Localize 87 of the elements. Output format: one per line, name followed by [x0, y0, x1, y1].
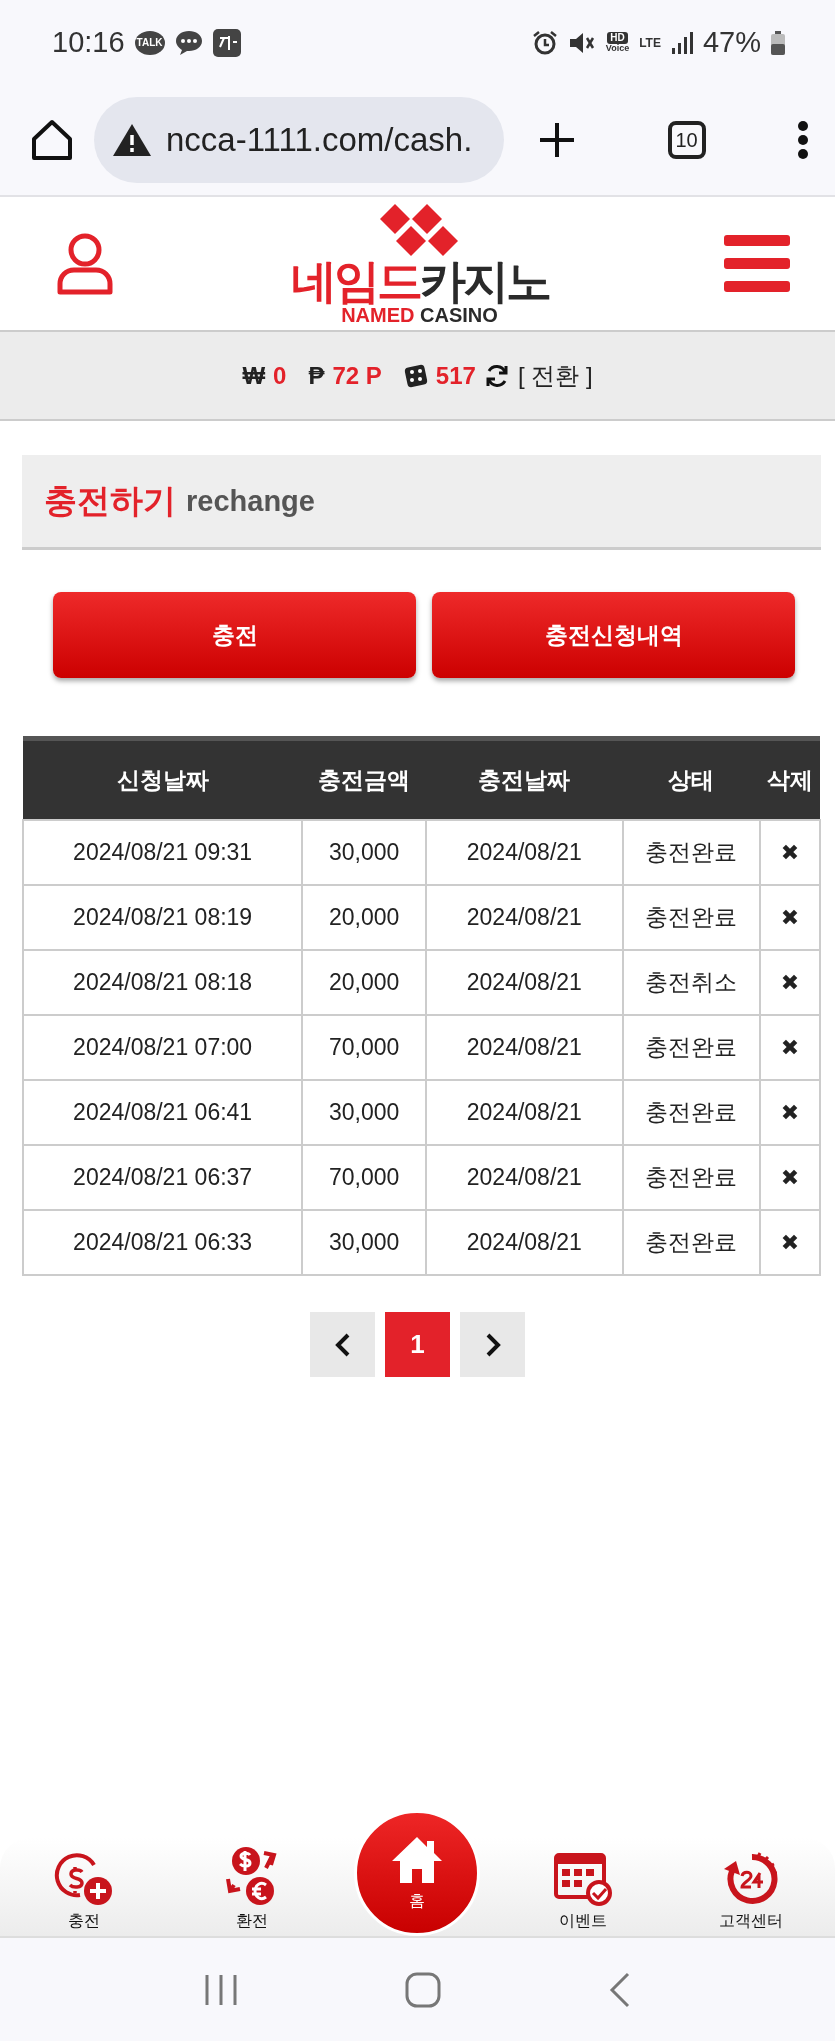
- section-title: 충전하기: [44, 480, 176, 521]
- user-icon[interactable]: [55, 231, 115, 296]
- app-notification-icon: [212, 28, 241, 57]
- page-button[interactable]: 1: [385, 1312, 450, 1377]
- point-balance: 72 P: [332, 361, 382, 390]
- battery-icon: [771, 30, 785, 55]
- currency-exchange-icon: [223, 1845, 280, 1907]
- table-cell: 2024/08/21: [426, 820, 623, 885]
- plus-icon[interactable]: [538, 121, 576, 159]
- coin-plus-icon: [53, 1853, 114, 1907]
- table-cell: 2024/08/21 08:18: [23, 950, 303, 1015]
- table-cell: 2024/08/21 06:37: [23, 1145, 303, 1210]
- alarm-icon: [531, 29, 558, 56]
- table-cell: 2024/08/21: [426, 1015, 623, 1080]
- chevron-right-icon: [484, 1332, 501, 1357]
- table-cell: 20,000: [302, 885, 426, 950]
- nav-item[interactable]: 환전: [186, 1845, 317, 1932]
- logo-text-korean-second: 카지노: [419, 254, 549, 307]
- nav-item[interactable]: 이벤트: [518, 1849, 649, 1932]
- home-icon: [390, 1834, 445, 1885]
- table-cell: 충전완료: [622, 885, 761, 950]
- table-cell: 70,000: [302, 1015, 426, 1080]
- column-header: 충전금액: [302, 738, 426, 820]
- back-icon[interactable]: [609, 1971, 632, 2008]
- logo-text-korean-first: 네임드: [290, 254, 420, 307]
- table-cell: 2024/08/21: [426, 885, 623, 950]
- table-cell: 30,000: [302, 1210, 426, 1275]
- home-nav-button[interactable]: 홈: [354, 1810, 481, 1936]
- delete-button[interactable]: ✖: [760, 885, 820, 950]
- table-cell: 충전취소: [622, 950, 761, 1015]
- delete-button[interactable]: ✖: [760, 1210, 820, 1275]
- nav-item[interactable]: 고객센터: [686, 1851, 817, 1932]
- column-header: 상태: [622, 738, 761, 820]
- column-header: 충전날짜: [426, 738, 623, 820]
- table-cell: 70,000: [302, 1145, 426, 1210]
- action-button[interactable]: 충전: [53, 592, 416, 678]
- delete-button[interactable]: ✖: [760, 820, 820, 885]
- more-icon[interactable]: [797, 121, 809, 159]
- battery-percent: 47%: [702, 26, 761, 59]
- table-cell: 2024/08/21 09:31: [23, 820, 303, 885]
- chat-notification-icon: TALK: [134, 30, 165, 55]
- chip-balance: 517: [435, 361, 476, 390]
- table-cell: 2024/08/21 06:41: [23, 1080, 303, 1145]
- table-cell: 충전완료: [622, 820, 761, 885]
- delete-button[interactable]: ✖: [760, 1145, 820, 1210]
- section-subtitle: rechange: [186, 484, 315, 518]
- table-cell: 2024/08/21: [426, 1080, 623, 1145]
- won-sign: ₩: [242, 361, 266, 390]
- chevron-left-icon: [334, 1332, 351, 1357]
- delete-button[interactable]: ✖: [760, 1015, 820, 1080]
- tab-count-button[interactable]: 10: [667, 121, 706, 159]
- address-bar[interactable]: ncca-1111.com/cash.: [94, 97, 504, 183]
- signal-icon: [670, 30, 693, 55]
- url-text: ncca-1111.com/cash.: [166, 121, 473, 159]
- table-cell: 2024/08/21 08:19: [23, 885, 303, 950]
- recent-apps-icon[interactable]: [203, 1972, 238, 2007]
- column-header: 삭제: [760, 738, 820, 820]
- menu-icon[interactable]: [724, 234, 790, 293]
- chat-bubble-icon: [174, 29, 203, 56]
- table-cell: 2024/08/21 06:33: [23, 1210, 303, 1275]
- nav-item[interactable]: 충전: [18, 1853, 149, 1932]
- action-button[interactable]: 충전신청내역: [432, 592, 795, 678]
- lte-icon: LTE: [639, 36, 661, 49]
- table-cell: 충전완료: [622, 1080, 761, 1145]
- home-icon[interactable]: [30, 119, 74, 161]
- dice-icon: [403, 363, 428, 388]
- table-cell: 2024/08/21: [426, 1210, 623, 1275]
- table-cell: 충전완료: [622, 1145, 761, 1210]
- table-cell: 20,000: [302, 950, 426, 1015]
- column-header: 신청날짜: [23, 738, 303, 820]
- warning-icon: [112, 123, 152, 157]
- clock-time: 10:16: [52, 26, 125, 59]
- delete-button[interactable]: ✖: [760, 1080, 820, 1145]
- convert-link[interactable]: [ 전환 ]: [517, 359, 593, 392]
- delete-button[interactable]: ✖: [760, 950, 820, 1015]
- next-page-button[interactable]: [460, 1312, 525, 1377]
- table-cell: 2024/08/21: [426, 1145, 623, 1210]
- home-button-icon[interactable]: [405, 1971, 442, 2008]
- peso-sign: ₱: [308, 361, 325, 390]
- table-cell: 2024/08/21: [426, 950, 623, 1015]
- cash-balance: 0: [273, 361, 287, 390]
- table-cell: 충전완료: [622, 1210, 761, 1275]
- table-cell: 30,000: [302, 820, 426, 885]
- table-cell: 2024/08/21 07:00: [23, 1015, 303, 1080]
- table-cell: 충전완료: [622, 1015, 761, 1080]
- previous-page-button[interactable]: [310, 1312, 375, 1377]
- table-cell: 30,000: [302, 1080, 426, 1145]
